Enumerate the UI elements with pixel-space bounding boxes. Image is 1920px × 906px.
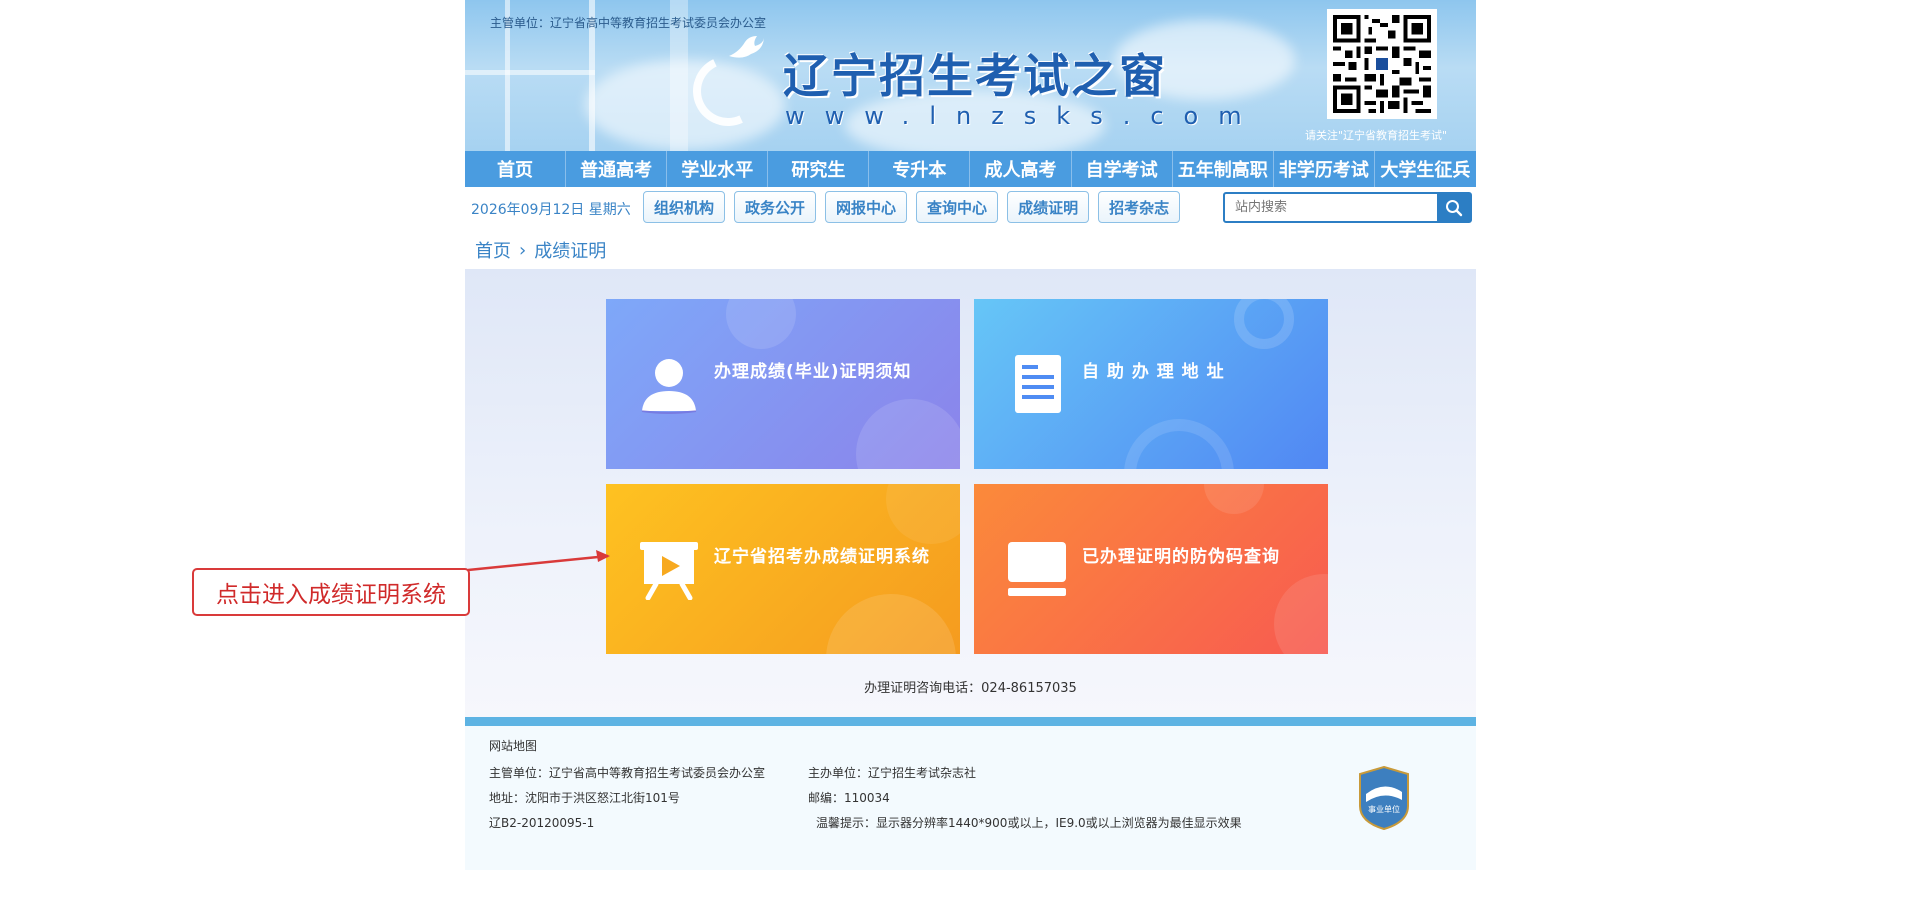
page: 主管单位：辽宁省高中等教育招生考试委员会办公室 辽宁招生考试之窗 www.lnz… xyxy=(465,0,1476,870)
breadcrumb-separator: › xyxy=(519,239,527,261)
quick-links: 组织机构 政务公开 网报中心 查询中心 成绩证明 招考杂志 xyxy=(643,191,1181,223)
annotation-callout: 点击进入成绩证明系统 xyxy=(192,568,470,616)
nav-item-chengren[interactable]: 成人高考 xyxy=(970,151,1072,187)
card-certificate-system-label: 辽宁省招考办成绩证明系统 xyxy=(714,547,930,567)
quick-link-register[interactable]: 网报中心 xyxy=(825,191,908,223)
nav-item-gaokao[interactable]: 普通高考 xyxy=(566,151,668,187)
main-nav: 首页 普通高考 学业水平 研究生 专升本 成人高考 自学考试 五年制高职 非学历… xyxy=(465,151,1476,187)
breadcrumb-current[interactable]: 成绩证明 xyxy=(534,237,606,263)
badge-text: 事业单位 xyxy=(1368,804,1400,814)
user-icon xyxy=(641,359,697,414)
nav-item-wunianzhi[interactable]: 五年制高职 xyxy=(1173,151,1274,187)
card-verify-code-label: 已办理证明的防伪码查询 xyxy=(1082,547,1280,567)
card-address-label: 自 助 办 理 地 址 xyxy=(1082,362,1225,382)
laptop-icon xyxy=(1008,542,1066,596)
quick-link-magazine[interactable]: 招考杂志 xyxy=(1098,191,1181,223)
nav-item-xueye[interactable]: 学业水平 xyxy=(667,151,769,187)
card-notice-label: 办理成绩(毕业)证明须知 xyxy=(714,362,912,382)
nav-item-zixue[interactable]: 自学考试 xyxy=(1072,151,1173,187)
quick-link-certificate[interactable]: 成绩证明 xyxy=(1007,191,1090,223)
card-verify-code[interactable]: 已办理证明的防伪码查询 xyxy=(974,484,1328,654)
institution-badge-icon[interactable]: 事业单位 xyxy=(1358,766,1410,830)
breadcrumb: 首页 › 成绩证明 xyxy=(475,237,606,263)
dove-icon xyxy=(729,36,764,58)
site-footer: 网站地图 主管单位：辽宁省高中等教育招生考试委员会办公室 主办单位：辽宁招生考试… xyxy=(465,726,1476,870)
card-certificate-system[interactable]: 辽宁省招考办成绩证明系统 xyxy=(606,484,960,654)
nav-item-zhuanshengben[interactable]: 专升本 xyxy=(869,151,971,187)
main-content: 办理成绩(毕业)证明须知 自 助 办 理 地 址 辽宁省招考办成绩证明系统 已办… xyxy=(465,269,1476,717)
search-icon xyxy=(1445,199,1462,216)
breadcrumb-home[interactable]: 首页 xyxy=(475,237,511,263)
site-header: 主管单位：辽宁省高中等教育招生考试委员会办公室 辽宁招生考试之窗 www.lnz… xyxy=(465,0,1476,151)
qr-code xyxy=(1327,9,1437,119)
footer-icp[interactable]: 辽B2-20120095-1 xyxy=(489,814,594,831)
card-notice[interactable]: 办理成绩(毕业)证明须知 xyxy=(606,299,960,469)
qr-note: 请关注"辽宁省教育招生考试" xyxy=(1305,129,1448,142)
annotation-arrow-icon xyxy=(468,550,610,572)
site-title[interactable]: 辽宁招生考试之窗 xyxy=(783,40,1167,106)
quick-link-org[interactable]: 组织机构 xyxy=(643,191,726,223)
nav-item-feixueli[interactable]: 非学历考试 xyxy=(1274,151,1375,187)
footer-divider xyxy=(465,717,1476,726)
sitemap-link[interactable]: 网站地图 xyxy=(489,737,537,754)
footer-address: 地址：沈阳市于洪区怒江北街101号 xyxy=(489,791,680,805)
footer-tip: 温馨提示：显示器分辨率1440*900或以上，IE9.0或以上浏览器为最佳显示效… xyxy=(816,816,1242,830)
card-address[interactable]: 自 助 办 理 地 址 xyxy=(974,299,1328,469)
nav-item-yanjiusheng[interactable]: 研究生 xyxy=(768,151,870,187)
nav-item-zhengbing[interactable]: 大学生征兵 xyxy=(1375,151,1476,187)
footer-admin: 主管单位：辽宁省高中等教育招生考试委员会办公室 xyxy=(489,766,766,780)
site-url: www.lnzsks.com xyxy=(785,102,1262,130)
footer-postcode: 邮编：110034 xyxy=(808,791,890,805)
search-button[interactable] xyxy=(1437,194,1470,221)
sub-bar: 2026年09月12日 星期六 组织机构 政务公开 网报中心 查询中心 成绩证明… xyxy=(465,187,1476,227)
search-box xyxy=(1223,192,1472,223)
consult-phone: 办理证明咨询电话：024-86157035 xyxy=(864,681,1077,696)
current-date: 2026年09月12日 星期六 xyxy=(471,202,631,218)
search-input[interactable] xyxy=(1225,194,1437,221)
top-note: 主管单位：辽宁省高中等教育招生考试委员会办公室 xyxy=(490,16,767,30)
quick-link-query[interactable]: 查询中心 xyxy=(916,191,999,223)
document-icon xyxy=(1015,355,1061,413)
quick-link-gov[interactable]: 政务公开 xyxy=(734,191,817,223)
presentation-icon xyxy=(640,542,698,600)
footer-sponsor: 主办单位：辽宁招生考试杂志社 xyxy=(808,766,977,780)
nav-item-home[interactable]: 首页 xyxy=(465,151,567,187)
